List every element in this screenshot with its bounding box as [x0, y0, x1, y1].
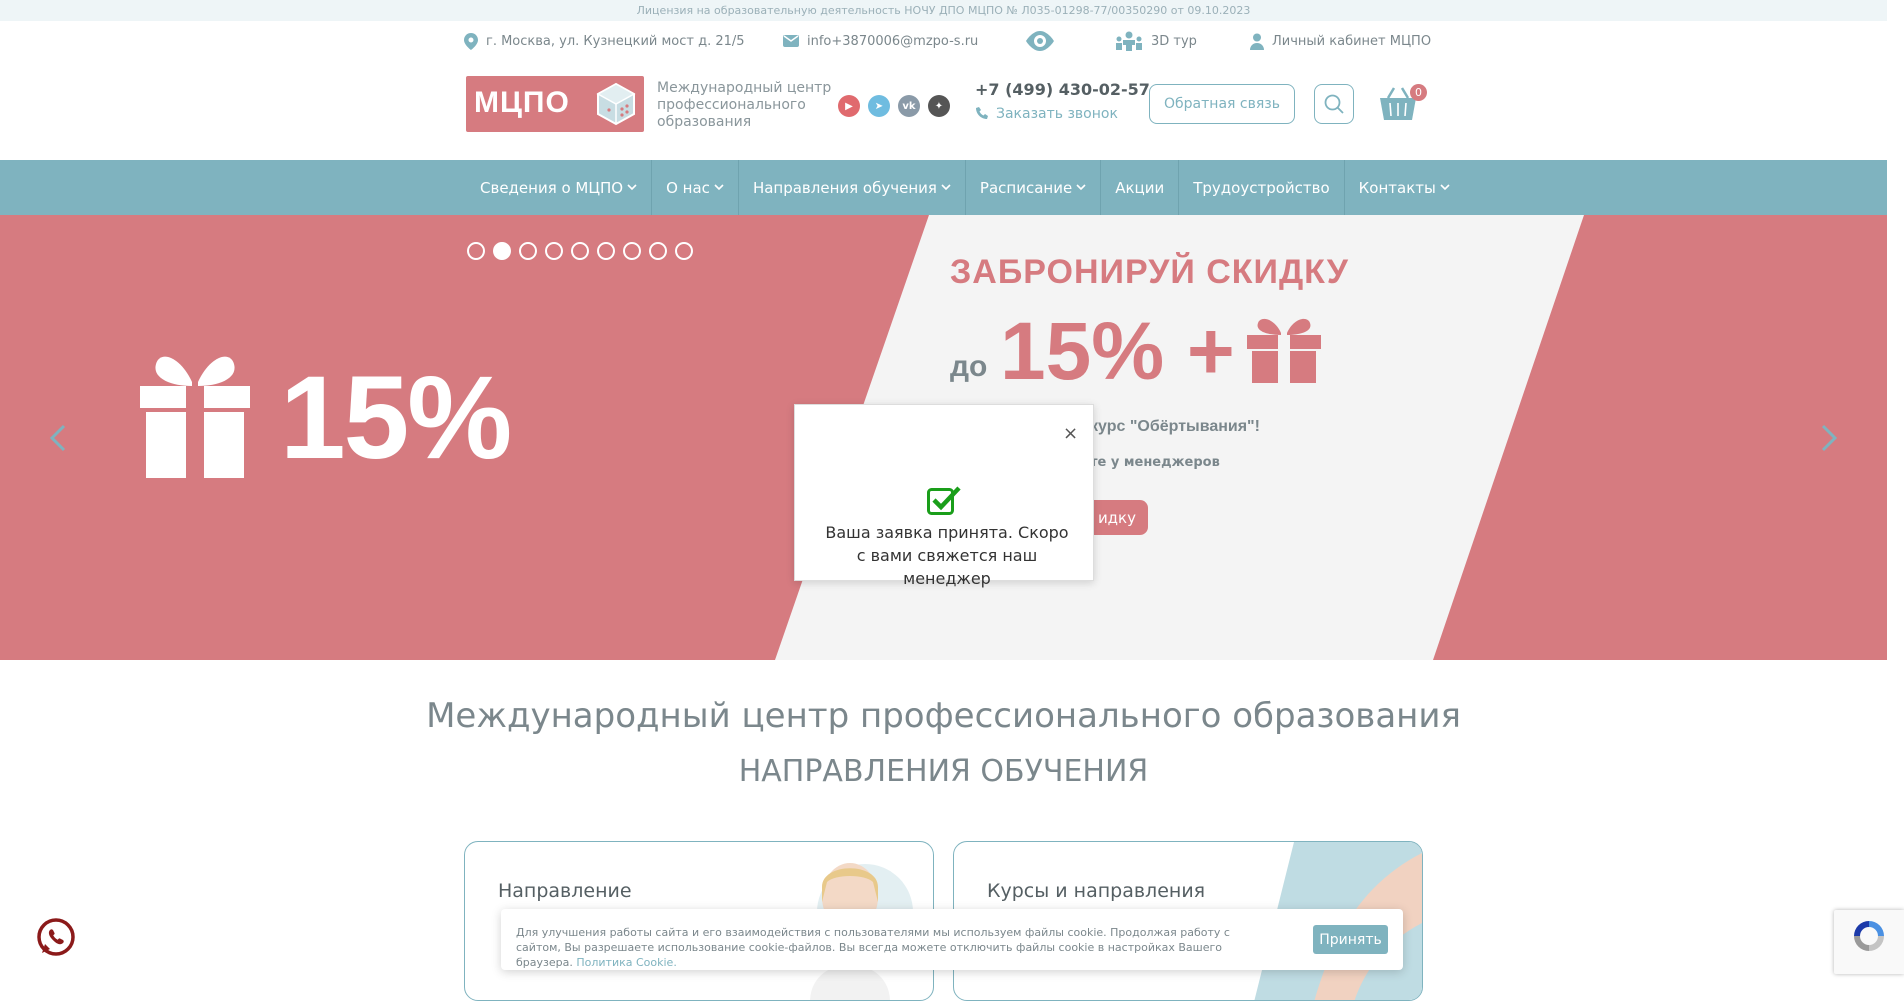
slider-dot[interactable]: [467, 242, 485, 260]
email[interactable]: info+3870006@mzpo-s.ru: [783, 30, 978, 52]
email-link[interactable]: info+3870006@mzpo-s.ru: [807, 34, 978, 49]
cube-icon: [596, 82, 636, 126]
nav-item-label: Контакты: [1358, 178, 1436, 197]
tour-link[interactable]: 3D тур: [1115, 30, 1197, 52]
nav-item[interactable]: Акции: [1101, 160, 1180, 215]
modal-message: Ваша заявка принята. Скоро с вами свяжет…: [825, 523, 1069, 588]
search-button[interactable]: [1314, 84, 1354, 124]
slider-dot[interactable]: [649, 242, 667, 260]
location-pin-icon: [464, 32, 478, 50]
cookie-banner: Для улучшения работы сайта и его взаимод…: [501, 909, 1403, 970]
phone-number[interactable]: +7 (499) 430-02-57: [975, 80, 1150, 99]
nav-item-label: Расписание: [979, 178, 1073, 197]
recaptcha-badge[interactable]: [1834, 910, 1904, 974]
address: г. Москва, ул. Кузнецкий мост д. 21/5: [464, 30, 745, 52]
next-arrow-icon[interactable]: [1819, 423, 1839, 453]
slider-dot[interactable]: [519, 242, 537, 260]
slider-dot[interactable]: [571, 242, 589, 260]
logo-text: МЦПО: [474, 86, 570, 119]
cabinet-link[interactable]: Личный кабинет МЦПО: [1250, 30, 1431, 52]
cabinet-label[interactable]: Личный кабинет МЦПО: [1272, 34, 1431, 49]
gift-small-icon: [1247, 318, 1321, 383]
search-icon: [1324, 94, 1344, 114]
prev-arrow-icon[interactable]: [48, 423, 68, 453]
checkbox-check-icon: [927, 486, 961, 515]
nav-item[interactable]: Сведения о МЦПО: [466, 160, 653, 215]
3d-tour-icon: [1116, 31, 1142, 51]
license-bar: Лицензия на образовательную деятельность…: [0, 0, 1887, 21]
slide-do: до: [950, 350, 988, 383]
cookie-text: Для улучшения работы сайта и его взаимод…: [516, 925, 1276, 970]
cookie-accept-button[interactable]: Принять: [1313, 925, 1388, 954]
chevron-down-icon: [1440, 183, 1450, 190]
nav-item-label: Направления обучения: [752, 178, 937, 197]
dzen-icon[interactable]: ✦: [928, 95, 950, 117]
slide-course: курс "Обёртывания"!: [1090, 418, 1260, 435]
nav-item-label: Трудоустройство: [1193, 178, 1330, 197]
section-title: НАПРАВЛЕНИЯ ОБУЧЕНИЯ: [738, 754, 1149, 789]
card-title: Курсы и направления: [987, 880, 1206, 902]
slider-dot[interactable]: [493, 242, 511, 260]
telegram-icon[interactable]: ➤: [868, 95, 890, 117]
page-title: Международный центр профессионального об…: [426, 696, 1461, 736]
youtube-icon[interactable]: ▶: [838, 95, 860, 117]
nav-item[interactable]: Контакты: [1345, 160, 1464, 215]
slider-dot[interactable]: [597, 242, 615, 260]
nav-item[interactable]: Трудоустройство: [1179, 160, 1345, 215]
success-modal: × Ваша заявка принята. Скоро с вами свяж…: [794, 404, 1094, 588]
callback-link[interactable]: Заказать звонок: [976, 106, 1118, 122]
user-icon: [1250, 33, 1264, 50]
phone-icon: [976, 107, 988, 119]
chevron-down-icon: [627, 183, 637, 190]
callback-label[interactable]: Заказать звонок: [996, 106, 1118, 122]
nav-item[interactable]: Расписание: [966, 160, 1102, 215]
cookie-policy-link[interactable]: Политика Cookie.: [576, 956, 676, 969]
slider-dot[interactable]: [545, 242, 563, 260]
mail-icon: [783, 35, 799, 47]
gift-icon: [140, 356, 250, 478]
recaptcha-icon: [1854, 921, 1884, 951]
slider-dots: [467, 242, 693, 260]
vision-mode[interactable]: [1024, 30, 1056, 52]
nav-item-label: Сведения о МЦПО: [480, 178, 624, 197]
slide-title: ЗАБРОНИРУЙ СКИДКУ: [950, 253, 1349, 291]
feedback-button[interactable]: Обратная связь: [1149, 84, 1295, 124]
slider-dot[interactable]: [623, 242, 641, 260]
tour-label[interactable]: 3D тур: [1151, 34, 1197, 49]
address-text: г. Москва, ул. Кузнецкий мост д. 21/5: [486, 33, 745, 49]
big-percent: 15%: [280, 352, 512, 484]
slide-hint: те у менеджеров: [1090, 455, 1220, 470]
slider-dot[interactable]: [675, 242, 693, 260]
chevron-down-icon: [1076, 183, 1086, 190]
slide-percent: 15% +: [1000, 306, 1235, 397]
eye-icon[interactable]: [1024, 31, 1056, 51]
nav-item-label: О нас: [666, 178, 710, 197]
main-nav: Сведения о МЦПО О нас Направления обучения…: [0, 160, 1887, 215]
logo-subtitle: Международный центр профессионального об…: [657, 80, 832, 130]
nav-list: Сведения о МЦПО О нас Направления обучения…: [466, 160, 1464, 215]
card-title: Направление: [498, 880, 632, 902]
chevron-down-icon: [714, 183, 724, 190]
close-icon[interactable]: ×: [1063, 425, 1078, 443]
nav-item[interactable]: О нас: [652, 160, 739, 215]
cart-count-badge: 0: [1410, 84, 1427, 101]
whatsapp-icon[interactable]: [37, 918, 75, 956]
nav-item-label: Акции: [1115, 178, 1165, 197]
vk-icon[interactable]: vk: [898, 95, 920, 117]
chevron-down-icon: [941, 183, 951, 190]
logo[interactable]: МЦПО: [466, 76, 644, 132]
nav-item[interactable]: Направления обучения: [739, 160, 966, 215]
